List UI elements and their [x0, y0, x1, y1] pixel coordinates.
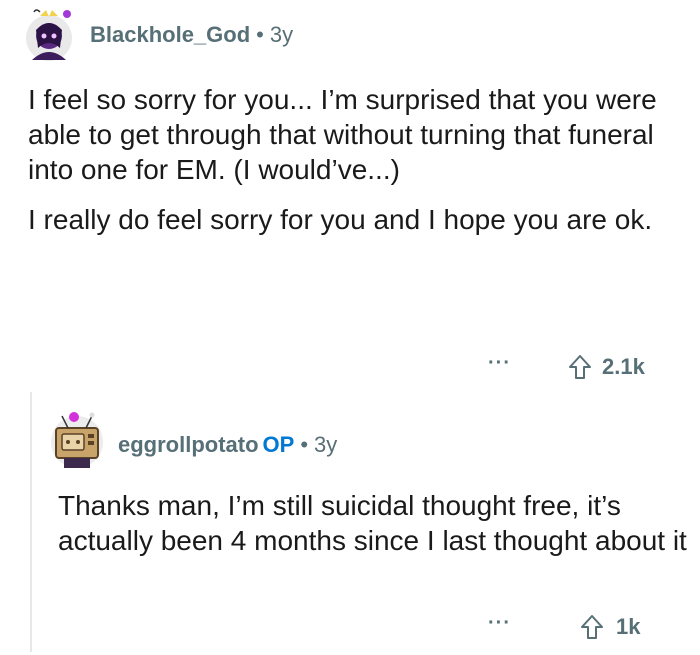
comment-body: Thanks man, I’m still suicidal thought f… — [58, 488, 688, 558]
more-options-icon[interactable]: ··· — [488, 352, 511, 375]
comment-age: 3y — [314, 432, 338, 457]
upvote-arrow-icon[interactable] — [568, 354, 592, 380]
comment-paragraph: Thanks man, I’m still suicidal thought f… — [58, 490, 687, 556]
comment-actions: ··· 1k — [480, 612, 680, 644]
username[interactable]: eggrollpotato — [118, 432, 259, 457]
meta-separator: • — [300, 432, 309, 457]
thread-line[interactable] — [30, 392, 32, 652]
vote-score: 1k — [616, 614, 641, 639]
avatar[interactable] — [48, 408, 106, 470]
comment-paragraph: I really do feel sorry for you and I hop… — [28, 204, 653, 235]
avatar[interactable] — [22, 8, 76, 62]
comment-meta: eggrollpotato OP • 3y — [118, 432, 337, 458]
username[interactable]: Blackhole_God — [90, 22, 250, 47]
comment-age: 3y — [269, 22, 294, 47]
comment-paragraph: I feel so sorry for you... I’m surprised… — [28, 84, 657, 185]
comment-meta: Blackhole_God • 3y — [90, 22, 293, 48]
upvote-arrow-icon[interactable] — [580, 614, 604, 640]
more-options-icon[interactable]: ··· — [488, 612, 511, 635]
vote-score: 2.1k — [602, 354, 645, 379]
comment-body: I feel so sorry for you... I’m surprised… — [28, 82, 668, 252]
meta-separator: • — [256, 22, 264, 47]
comment-actions: ··· 2.1k — [480, 352, 680, 384]
op-badge: OP — [262, 432, 295, 457]
